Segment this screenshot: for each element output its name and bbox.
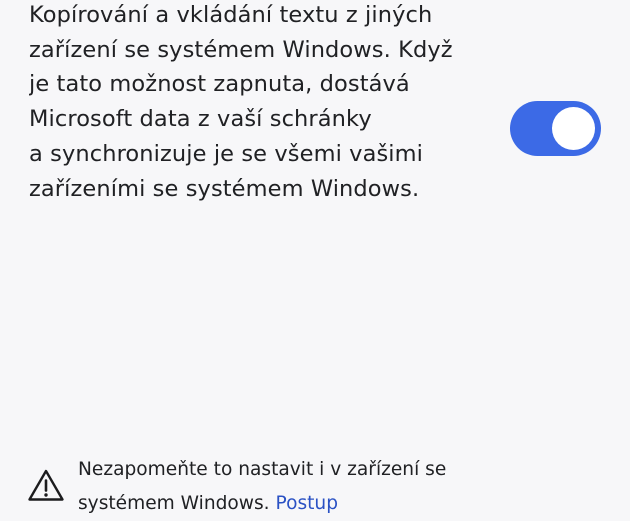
notice-line: systémem Windows. Postup [78,487,598,521]
description-line: Kopírování a vkládání textu z jiných [29,2,433,28]
setting-description: Kopírování a vkládání textu z jiných zař… [29,0,479,218]
setup-notice: Nezapomeňte to nastavit i v zařízení se … [0,226,630,514]
notice-line: Nezapomeňte to nastavit i v zařízení se [78,459,447,480]
description-line: a synchronizuje je se všemi vašimi [29,140,424,167]
description-line: Microsoft data z vaší schránky [29,106,372,133]
notice-text: Nezapomeňte to nastavit i v zařízení se … [78,453,598,521]
toggle-knob [552,107,595,150]
clipboard-sync-toggle[interactable] [510,101,601,156]
warning-triangle-icon [28,469,64,501]
description-line: zařízeními se systémem Windows. [29,175,420,202]
clipboard-sync-setting: Kopírování a vkládání textu z jiných zař… [0,0,630,225]
description-line: je tato možnost zapnuta, dostává [29,71,410,98]
setup-guide-link[interactable]: Postup [276,493,339,514]
notice-line-text: systémem Windows. [78,493,276,514]
description-line: zařízení se systémem Windows. Když [29,36,453,63]
